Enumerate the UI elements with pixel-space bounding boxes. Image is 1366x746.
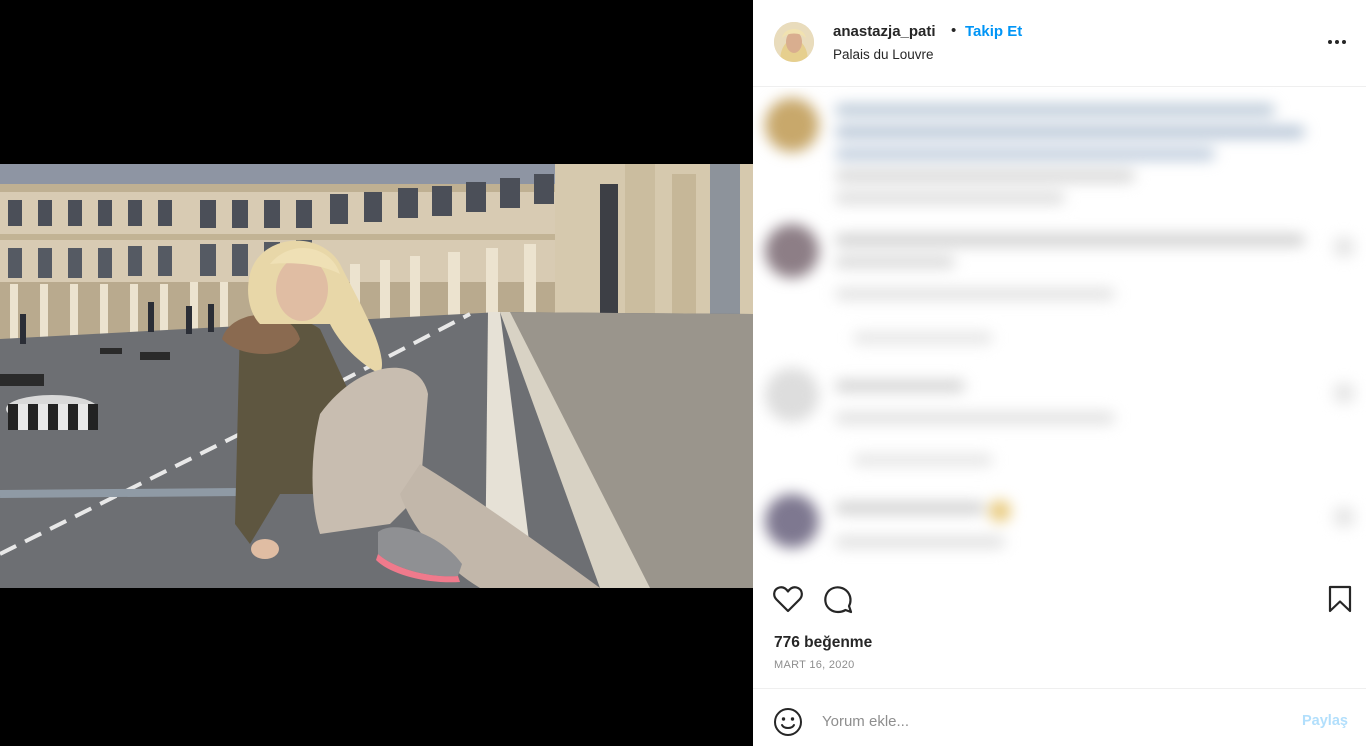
comment-input[interactable] <box>822 710 1292 732</box>
avatar-image <box>774 22 814 62</box>
comment-meta <box>835 536 1005 548</box>
comment-avatar <box>765 98 819 152</box>
post-date[interactable]: MART 16, 2020 <box>774 658 855 672</box>
comment-meta <box>835 192 1065 204</box>
comment-text <box>835 256 955 268</box>
comment-like <box>1333 382 1355 404</box>
bookmark-icon[interactable] <box>1322 581 1358 617</box>
avatar[interactable] <box>774 22 814 62</box>
likes-count[interactable]: 776 beğenme <box>774 634 872 652</box>
post-comment-button[interactable]: Paylaş <box>1302 713 1348 729</box>
comment-bar: Paylaş <box>753 688 1366 746</box>
comment-text <box>835 126 1305 138</box>
action-bar <box>753 575 1366 625</box>
comment-text <box>835 234 1305 246</box>
smiley-icon[interactable] <box>772 706 804 738</box>
separator-dot: • <box>951 22 957 39</box>
comment-emoji <box>989 500 1011 522</box>
comment-text <box>835 502 985 514</box>
post-header: anastazja_pati • Takip Et Palais du Louv… <box>753 0 1366 87</box>
comment-avatar <box>765 224 819 278</box>
comment-text <box>835 104 1275 116</box>
comment-replies <box>853 332 993 344</box>
comment-meta <box>835 288 1115 300</box>
comment-avatar <box>765 368 819 422</box>
comment-like <box>1333 236 1355 258</box>
comment-text <box>835 380 965 392</box>
comment-text <box>835 148 1215 160</box>
comment-avatar <box>765 494 819 548</box>
post-photo[interactable] <box>0 164 753 588</box>
username-link[interactable]: anastazja_pati <box>833 23 936 41</box>
heart-icon[interactable] <box>770 581 806 617</box>
comment-text <box>835 170 1135 182</box>
comment-replies <box>853 454 993 466</box>
comment-meta <box>835 412 1115 424</box>
ellipsis-icon[interactable] <box>1323 30 1351 54</box>
location-link[interactable]: Palais du Louvre <box>833 47 934 63</box>
comment-like <box>1333 506 1355 528</box>
comment-bubble-icon[interactable] <box>820 581 856 617</box>
blurred-comments <box>753 88 1366 574</box>
post-media <box>0 0 753 746</box>
follow-button[interactable]: Takip Et <box>965 23 1022 41</box>
comments-list <box>753 88 1366 574</box>
post-side-panel: anastazja_pati • Takip Et Palais du Louv… <box>753 0 1366 746</box>
photo-illustration <box>0 164 753 588</box>
